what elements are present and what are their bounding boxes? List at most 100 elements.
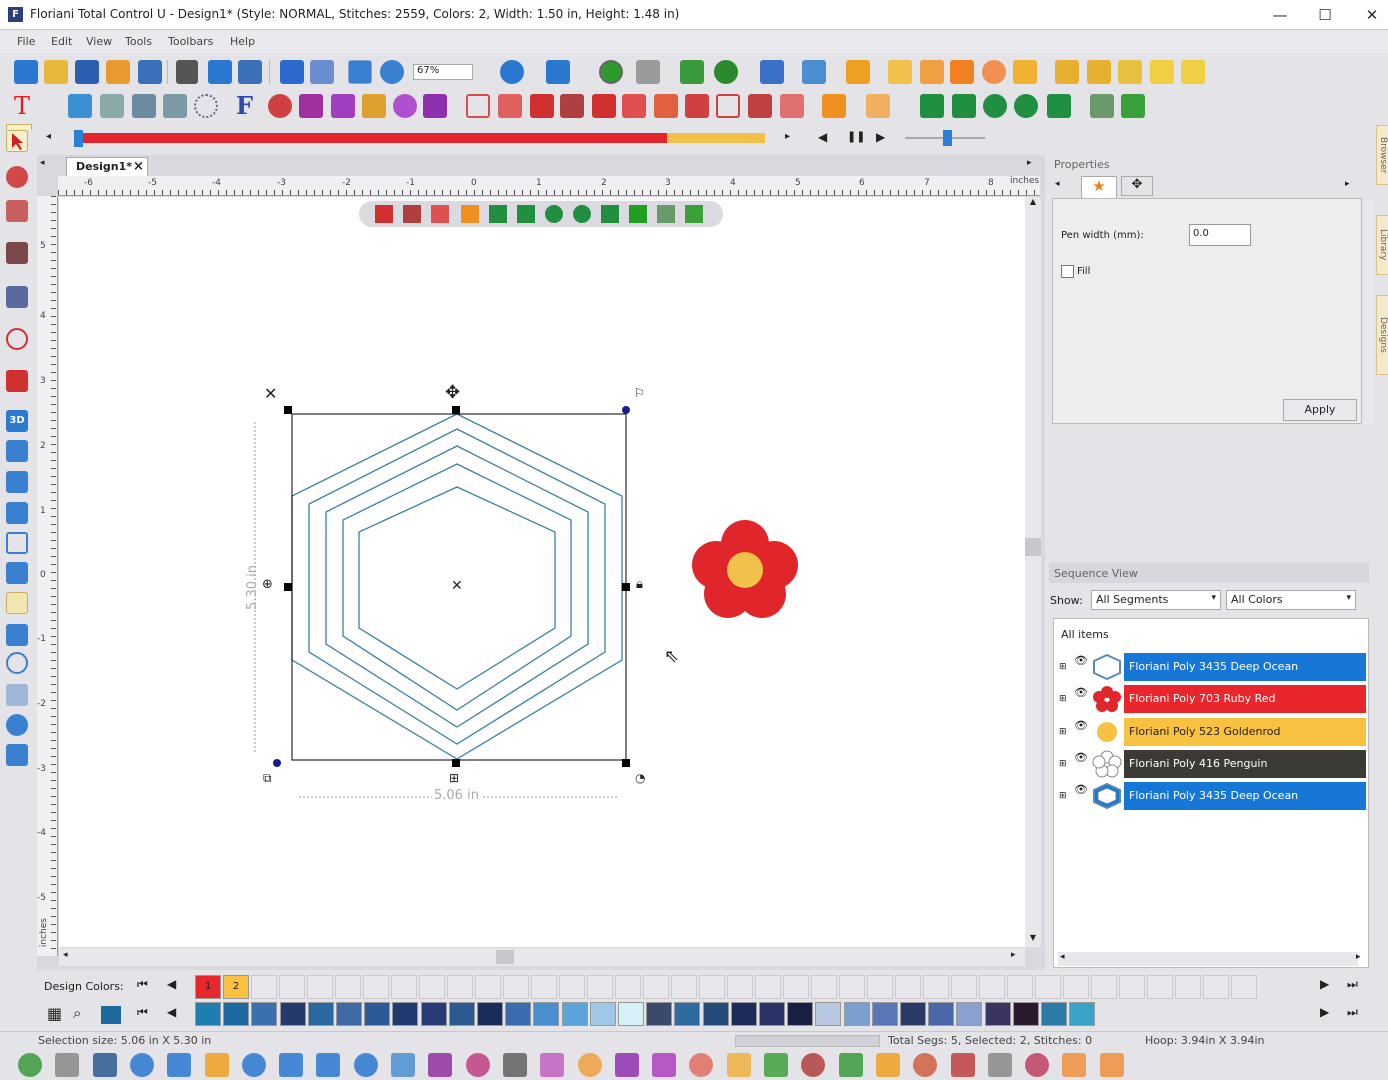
pause-icon[interactable]: ❚❚ — [847, 130, 865, 143]
split-icon[interactable] — [1121, 94, 1145, 118]
props-scroll-left-icon[interactable]: ◂ — [1055, 179, 1060, 189]
current-color-swatch[interactable] — [101, 1006, 121, 1024]
sun-icon[interactable] — [726, 1053, 751, 1077]
palette-swatch[interactable] — [759, 1002, 785, 1026]
empty-swatch[interactable] — [951, 975, 977, 999]
palette-swatch[interactable] — [336, 1002, 362, 1026]
flower-tool-icon[interactable] — [423, 94, 447, 118]
document-tab[interactable]: Design1* × — [66, 157, 148, 176]
empty-swatch[interactable] — [279, 975, 305, 999]
bring-front-icon[interactable] — [622, 94, 646, 118]
expand-icon[interactable]: ⊞ — [1059, 727, 1067, 737]
empty-swatch[interactable] — [783, 975, 809, 999]
sequence-item[interactable]: Floriani Poly 523 Goldenrod — [1124, 717, 1366, 746]
scroll-left-icon[interactable]: ◂ — [1060, 952, 1065, 962]
palette-swatch[interactable] — [730, 1002, 757, 1026]
copy-icon[interactable] — [208, 60, 232, 84]
empty-swatch[interactable] — [1035, 975, 1061, 999]
transform-tool-icon[interactable] — [6, 562, 28, 584]
visibility-eye-icon[interactable]: 👁︎ — [1074, 654, 1088, 667]
visibility-eye-icon[interactable]: 👁︎ — [1074, 783, 1088, 796]
center-icon[interactable] — [822, 94, 846, 118]
contour-icon[interactable] — [391, 1053, 415, 1077]
font-icon[interactable]: F — [236, 94, 260, 118]
satin-stitch-icon[interactable] — [18, 1053, 42, 1077]
maximize-button[interactable]: ☐ — [1313, 4, 1337, 26]
star-fill-icon[interactable] — [502, 1053, 527, 1077]
designs-tab[interactable]: Designs — [1376, 295, 1388, 375]
marker-icon[interactable] — [1150, 60, 1174, 84]
search-icon[interactable]: ⌕ — [73, 1004, 81, 1022]
reshape-tool-icon[interactable] — [6, 166, 28, 188]
visibility-eye-icon[interactable]: 👁︎ — [1074, 686, 1088, 699]
pointer-icon[interactable] — [1099, 1053, 1124, 1077]
palette-swatch[interactable] — [364, 1002, 391, 1026]
starburst-icon[interactable] — [299, 94, 323, 118]
stack-icon[interactable] — [592, 94, 616, 118]
sequence-item[interactable]: Floriani Poly 703 Ruby Red — [1124, 685, 1366, 714]
lock-icon[interactable] — [1013, 60, 1037, 84]
palette-swatch[interactable] — [787, 1002, 814, 1026]
column-icon[interactable] — [129, 1053, 154, 1077]
empty-swatch[interactable] — [923, 975, 949, 999]
rotate-right-icon[interactable] — [1014, 94, 1038, 118]
empty-swatch[interactable] — [979, 975, 1005, 999]
paste-icon[interactable] — [238, 60, 262, 84]
palette-swatch[interactable] — [1012, 1002, 1039, 1026]
expand-icon[interactable]: ⊞ — [1059, 791, 1067, 801]
cross-stitch-icon[interactable] — [838, 1053, 863, 1077]
circle-dots-icon[interactable] — [194, 94, 218, 118]
empty-swatch[interactable] — [475, 975, 501, 999]
empty-swatch[interactable] — [363, 975, 389, 999]
applique-icon[interactable] — [362, 94, 386, 118]
star-b-icon[interactable] — [652, 1053, 677, 1077]
fill-icon[interactable] — [241, 1053, 266, 1077]
wave-icon[interactable] — [577, 1053, 602, 1077]
palette-swatch[interactable] — [195, 1002, 221, 1026]
person-tool-icon[interactable] — [6, 714, 28, 736]
palette-swatch[interactable] — [533, 1002, 560, 1026]
palette-swatch[interactable] — [843, 1002, 870, 1026]
tab-scroll-left-icon[interactable]: ◂ — [40, 158, 45, 168]
next-icon[interactable]: ▶ — [1320, 977, 1329, 991]
browser-tab[interactable]: Browser — [1376, 125, 1388, 185]
palette-swatch[interactable] — [307, 1002, 334, 1026]
mirror-horizontal-icon[interactable] — [920, 94, 944, 118]
rotate-handle[interactable] — [273, 759, 281, 767]
grid-view-icon[interactable] — [348, 60, 372, 84]
colors-select[interactable]: All Colors ▾ — [1226, 590, 1356, 610]
empty-swatch[interactable] — [643, 975, 669, 999]
last-icon[interactable]: ⏭ — [1347, 1005, 1358, 1020]
vertical-scrollbar[interactable]: ▲ ▼ — [1025, 197, 1041, 947]
settings-gear-icon[interactable] — [380, 60, 404, 84]
resize-handle[interactable] — [452, 759, 460, 767]
next-icon[interactable]: ▶ — [1320, 1005, 1329, 1019]
mirror-vertical-icon[interactable] — [952, 94, 976, 118]
needle-icon[interactable] — [1025, 1053, 1050, 1077]
image-tool-icon[interactable] — [6, 471, 28, 493]
wand-sparkle-icon[interactable] — [920, 60, 944, 84]
redo-icon[interactable] — [310, 60, 334, 84]
empty-swatch[interactable] — [1119, 975, 1145, 999]
scroll-thumb[interactable] — [1025, 538, 1041, 556]
magic-wand-icon[interactable] — [888, 60, 912, 84]
cut-icon[interactable] — [176, 60, 198, 84]
motif-icon[interactable] — [353, 1053, 378, 1077]
new-file-icon[interactable] — [14, 60, 38, 84]
undo-icon[interactable] — [280, 60, 304, 84]
fire-icon[interactable] — [846, 60, 870, 84]
palette-swatch[interactable] — [984, 1002, 1011, 1026]
empty-swatch[interactable] — [1203, 975, 1229, 999]
empty-swatch[interactable] — [559, 975, 585, 999]
menu-toolbars[interactable]: Toolbars — [168, 35, 213, 48]
frame-icon[interactable] — [1087, 60, 1111, 84]
open-folder-icon[interactable] — [44, 60, 68, 84]
minimize-button[interactable]: — — [1268, 4, 1292, 26]
copy-handle-icon[interactable]: ⧉ — [263, 771, 272, 786]
palette-swatch[interactable] — [477, 1002, 503, 1026]
empty-swatch[interactable] — [307, 975, 333, 999]
first-icon[interactable]: ⏮ — [137, 977, 148, 992]
prev-icon[interactable]: ◂ — [46, 131, 51, 142]
rotate-corner-icon[interactable]: ◔ — [635, 771, 645, 785]
design-color-swatch[interactable]: 1 — [195, 975, 221, 999]
